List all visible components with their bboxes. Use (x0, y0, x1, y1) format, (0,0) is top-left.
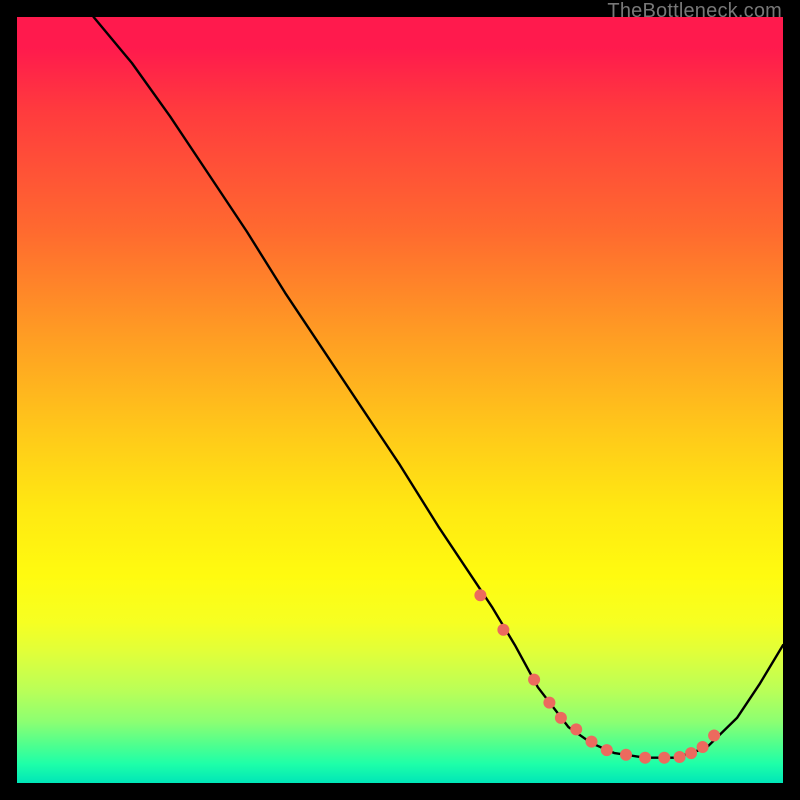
watermark-text: TheBottleneck.com (607, 0, 782, 23)
curve-dot (474, 589, 486, 601)
curve-dot (570, 723, 582, 735)
curve-dot (708, 730, 720, 742)
curve-dot (620, 749, 632, 761)
curve-dot (543, 697, 555, 709)
curve-dot (555, 712, 567, 724)
curve-dot (639, 752, 651, 764)
curve-dot (697, 741, 709, 753)
chart-area (17, 17, 783, 783)
curve-layer (17, 17, 783, 783)
curve-dot (528, 674, 540, 686)
curve-dots (474, 589, 720, 763)
bottleneck-curve (94, 17, 783, 758)
curve-dot (658, 752, 670, 764)
curve-dot (685, 747, 697, 759)
curve-dot (674, 751, 686, 763)
curve-dot (586, 736, 598, 748)
curve-dot (497, 624, 509, 636)
curve-dot (601, 744, 613, 756)
